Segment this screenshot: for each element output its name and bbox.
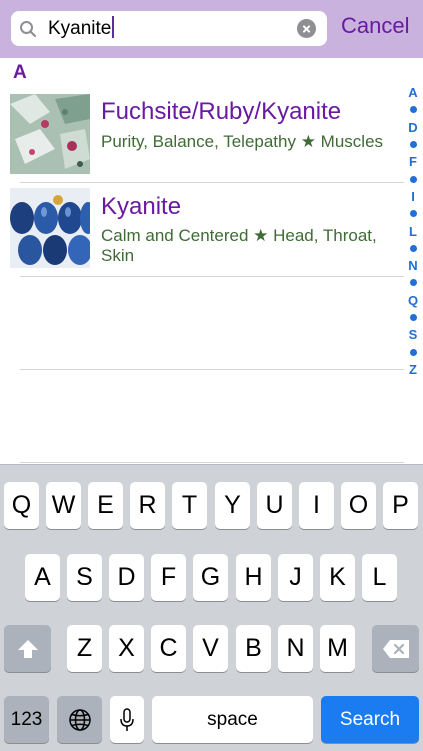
index-item-a[interactable]: A bbox=[404, 84, 422, 101]
key-s[interactable]: S bbox=[67, 554, 102, 601]
stone-thumbnail bbox=[10, 94, 90, 174]
index-dot[interactable] bbox=[404, 101, 422, 118]
list-item-subtitle: Purity, Balance, Telepathy ★ Muscles bbox=[101, 132, 384, 151]
dot-icon bbox=[409, 244, 417, 252]
row-divider bbox=[20, 462, 404, 463]
key-t[interactable]: T bbox=[172, 482, 207, 529]
key-m[interactable]: M bbox=[320, 625, 355, 672]
text-caret bbox=[112, 16, 115, 38]
key-v[interactable]: V bbox=[193, 625, 228, 672]
search-bar: Kyanite Cancel bbox=[0, 0, 423, 58]
cancel-button[interactable]: Cancel bbox=[341, 13, 409, 39]
key-f[interactable]: F bbox=[151, 554, 186, 601]
index-dot[interactable] bbox=[404, 274, 422, 291]
dot-icon bbox=[409, 279, 417, 287]
key-p[interactable]: P bbox=[383, 482, 418, 529]
key-y[interactable]: Y bbox=[215, 482, 250, 529]
index-dot[interactable] bbox=[404, 343, 422, 360]
index-dot[interactable] bbox=[404, 309, 422, 326]
stone-thumbnail bbox=[10, 188, 90, 268]
index-dot[interactable] bbox=[404, 205, 422, 222]
globe-icon bbox=[68, 708, 91, 731]
section-header: A bbox=[0, 58, 423, 86]
shift-icon bbox=[17, 639, 38, 658]
index-dot[interactable] bbox=[404, 170, 422, 187]
list-item[interactable]: Kyanite Calm and Centered ★ Head, Throat… bbox=[0, 183, 404, 277]
search-field[interactable]: Kyanite bbox=[11, 11, 327, 46]
key-b[interactable]: B bbox=[236, 625, 271, 672]
keyboard: Q W E R T Y U I O P A S D F G H J K L Z … bbox=[0, 464, 423, 751]
list-item-subtitle: Calm and Centered ★ Head, Throat, Skin bbox=[101, 226, 377, 265]
key-i[interactable]: I bbox=[299, 482, 334, 529]
key-j[interactable]: J bbox=[278, 554, 313, 601]
index-item-d[interactable]: D bbox=[404, 119, 422, 136]
shift-key[interactable] bbox=[4, 625, 51, 672]
key-k[interactable]: K bbox=[320, 554, 355, 601]
row-divider bbox=[20, 369, 404, 370]
index-item-z[interactable]: Z bbox=[404, 361, 422, 378]
microphone-icon bbox=[120, 707, 134, 731]
backspace-icon bbox=[382, 639, 409, 658]
list-item-title: Kyanite bbox=[101, 193, 182, 220]
key-u[interactable]: U bbox=[257, 482, 292, 529]
list-item-title: Fuchsite/Ruby/Kyanite bbox=[101, 98, 342, 125]
clear-search-icon[interactable] bbox=[297, 19, 316, 38]
key-w[interactable]: W bbox=[46, 482, 81, 529]
key-g[interactable]: G bbox=[193, 554, 228, 601]
search-input-value: Kyanite bbox=[48, 18, 112, 39]
row-divider bbox=[20, 276, 404, 277]
numbers-key[interactable]: 123 bbox=[4, 696, 49, 743]
dot-icon bbox=[409, 141, 417, 149]
search-key[interactable]: Search bbox=[321, 696, 419, 743]
search-icon bbox=[20, 21, 36, 37]
key-d[interactable]: D bbox=[109, 554, 144, 601]
dot-icon bbox=[409, 348, 417, 356]
index-dot[interactable] bbox=[404, 136, 422, 153]
index-item-i[interactable]: I bbox=[404, 188, 422, 205]
search-input[interactable]: Kyanite bbox=[48, 16, 115, 41]
index-item-q[interactable]: Q bbox=[404, 292, 422, 309]
key-r[interactable]: R bbox=[130, 482, 165, 529]
space-key[interactable]: space bbox=[152, 696, 313, 743]
list-item[interactable]: Fuchsite/Ruby/Kyanite Purity, Balance, T… bbox=[0, 86, 404, 183]
key-n[interactable]: N bbox=[278, 625, 313, 672]
key-o[interactable]: O bbox=[341, 482, 376, 529]
section-header-letter: A bbox=[13, 62, 27, 83]
key-e[interactable]: E bbox=[88, 482, 123, 529]
key-l[interactable]: L bbox=[362, 554, 397, 601]
key-c[interactable]: C bbox=[151, 625, 186, 672]
key-h[interactable]: H bbox=[236, 554, 271, 601]
key-q[interactable]: Q bbox=[4, 482, 39, 529]
index-item-l[interactable]: L bbox=[404, 222, 422, 239]
dot-icon bbox=[409, 314, 417, 321]
key-z[interactable]: Z bbox=[67, 625, 102, 672]
index-item-f[interactable]: F bbox=[404, 153, 422, 170]
dot-icon bbox=[409, 210, 417, 218]
backspace-key[interactable] bbox=[372, 625, 419, 672]
index-item-n[interactable]: N bbox=[404, 257, 422, 274]
section-index[interactable]: A D F I L N Q S Z bbox=[404, 84, 422, 378]
dictation-key[interactable] bbox=[110, 696, 144, 743]
key-a[interactable]: A bbox=[25, 554, 60, 601]
dot-icon bbox=[409, 106, 417, 114]
dot-icon bbox=[409, 175, 417, 183]
index-item-s[interactable]: S bbox=[404, 326, 422, 343]
globe-key[interactable] bbox=[57, 696, 102, 743]
key-x[interactable]: X bbox=[109, 625, 144, 672]
index-dot[interactable] bbox=[404, 240, 422, 257]
